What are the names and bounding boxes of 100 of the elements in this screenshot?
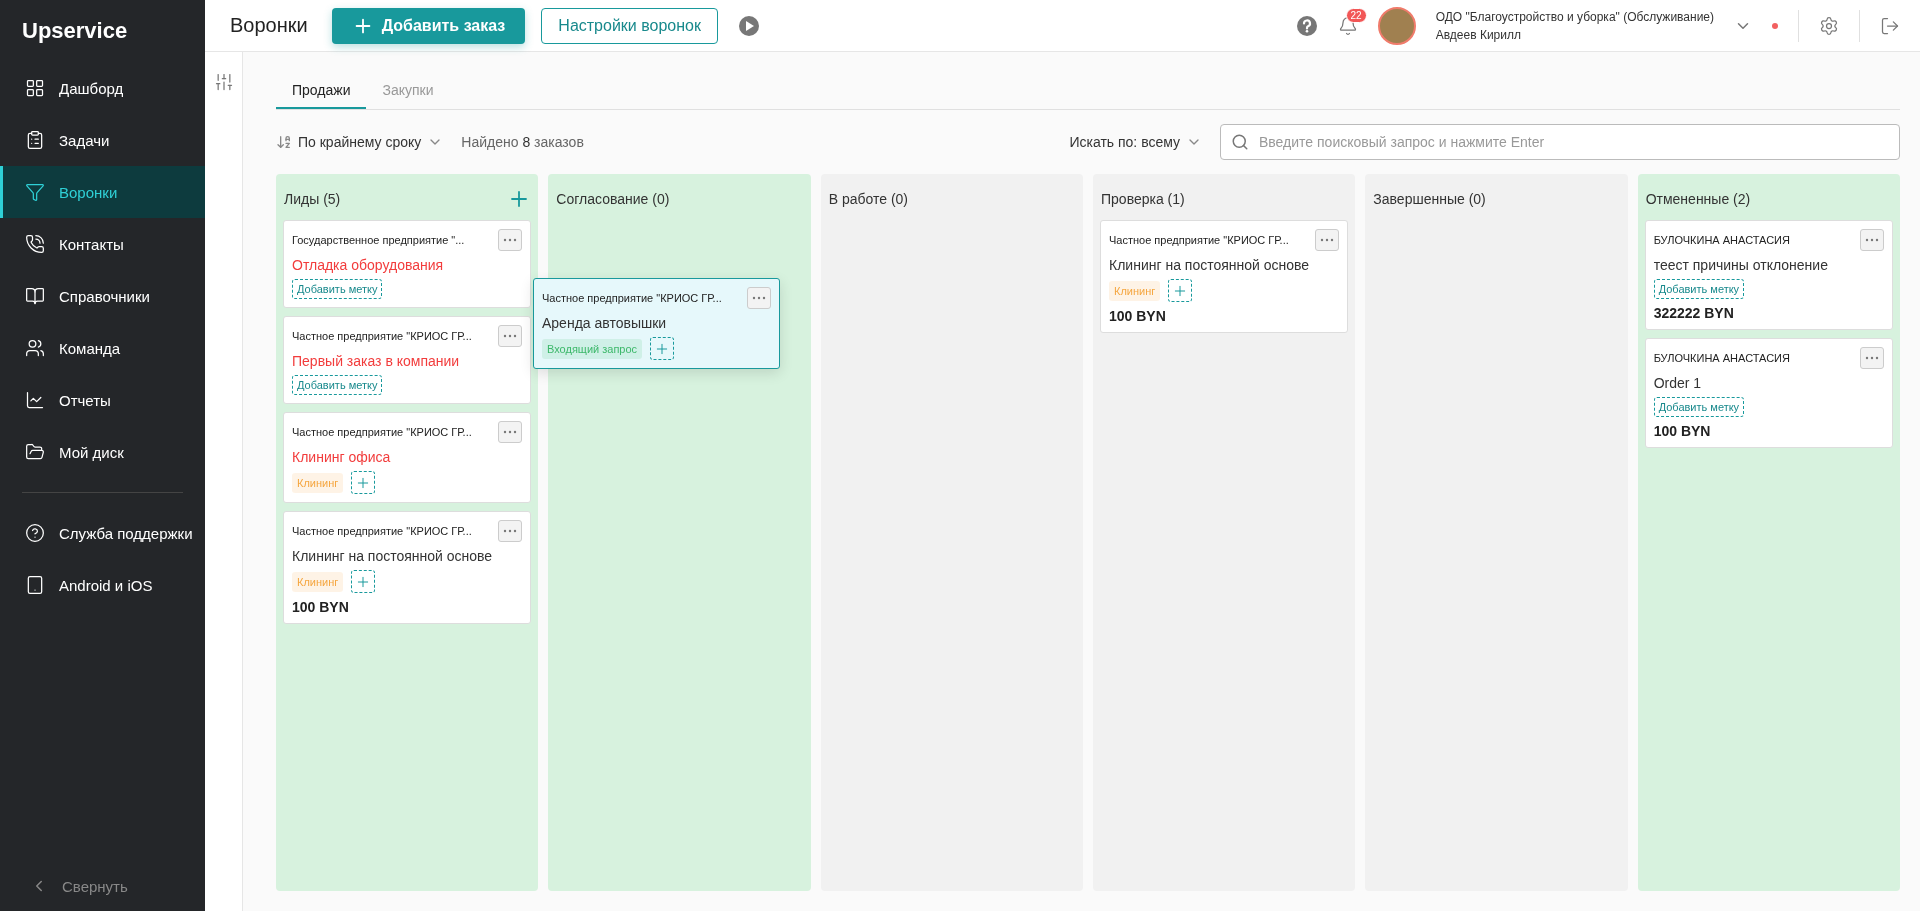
sidebar-item[interactable]: Задачи xyxy=(0,114,205,166)
more-button[interactable] xyxy=(498,520,523,542)
client-name: Частное предприятие "КРИОС ГР... xyxy=(292,525,472,537)
order-title: Order 1 xyxy=(1653,375,1703,391)
dots-icon xyxy=(752,296,766,300)
sidebar-item[interactable]: Мой диск xyxy=(0,426,205,478)
tag: Клининг xyxy=(1109,280,1161,301)
order-price: 100 BYN xyxy=(1109,308,1167,324)
order-card[interactable]: Частное предприятие "КРИОС ГР... Клининг на постоянной основе Клининг 100 BYN xyxy=(1100,220,1349,333)
phone-icon xyxy=(25,234,45,254)
order-title: Отладка оборудования xyxy=(292,257,445,273)
user-name: Авдеев Кирилл xyxy=(1435,27,1522,42)
order-card[interactable]: Частное предприятие "КРИОС ГР... Первый заказ в компании Добавить метку xyxy=(283,316,532,404)
order-title: Аренда автовышки xyxy=(542,315,668,331)
column-title: Согласование (0) xyxy=(556,191,670,207)
order-price: 100 BYN xyxy=(1653,423,1712,439)
notification-badge: 22 xyxy=(1345,7,1367,23)
sidebar-item[interactable]: Отчеты xyxy=(0,374,205,426)
sidebar-item[interactable]: Android и iOS xyxy=(0,559,205,611)
funnel-settings-button[interactable]: Настройки воронок xyxy=(541,7,718,44)
chart-icon xyxy=(25,390,45,410)
tab[interactable]: Продажи xyxy=(276,74,367,109)
sidebar-item[interactable]: Контакты xyxy=(0,218,205,270)
sidebar-item[interactable]: Служба поддержки xyxy=(0,507,205,559)
search-field[interactable]: Введите поисковый запрос и нажмите Enter xyxy=(1220,124,1900,160)
tablet-icon xyxy=(25,575,45,595)
dots-icon xyxy=(1320,238,1335,242)
order-card[interactable]: БУЛОЧКИНА АНАСТАСИЯ теест причины отклонение Добавить метку 322222 BYN xyxy=(1644,220,1893,330)
client-name: БУЛОЧКИНА АНАСТАСИЯ xyxy=(1653,234,1790,246)
funnel-icon xyxy=(25,182,45,202)
sidebar-item[interactable]: Справочники xyxy=(0,270,205,322)
more-button[interactable] xyxy=(747,287,771,309)
clipboard-icon xyxy=(25,130,45,150)
add-label-button[interactable]: Добавить метку xyxy=(1653,397,1745,417)
company-name: ОДО "Благоустройство и уборка" (Обслуживание) xyxy=(1435,9,1714,24)
order-price: 322222 BYN xyxy=(1653,305,1735,321)
order-title: Клининг офиса xyxy=(292,449,392,465)
dots-icon xyxy=(1865,238,1879,242)
dots-icon xyxy=(503,334,518,338)
order-title: Первый заказ в компании xyxy=(292,353,461,369)
add-tag-button[interactable] xyxy=(650,337,675,360)
page-title: Воронки xyxy=(230,14,308,37)
dots-icon xyxy=(503,430,518,434)
sliders-icon[interactable] xyxy=(213,72,234,92)
dots-icon xyxy=(503,238,518,242)
play-icon[interactable] xyxy=(738,14,760,37)
sort-icon xyxy=(276,134,292,150)
add-label-button[interactable]: Добавить метку xyxy=(292,375,383,395)
more-button[interactable] xyxy=(1860,347,1884,369)
tag: Клининг xyxy=(292,571,344,592)
order-card[interactable]: Частное предприятие "КРИОС ГР... Клининг на постоянной основе Клининг 100 BYN xyxy=(283,511,532,624)
order-card[interactable]: Государственное предприятие "... Отладка оборудования Добавить метку xyxy=(283,220,532,308)
folder-icon xyxy=(25,442,45,462)
tag: Входящий запрос xyxy=(542,338,643,359)
settings-icon[interactable] xyxy=(1819,15,1839,36)
more-button[interactable] xyxy=(498,325,523,347)
book-icon xyxy=(25,286,45,306)
client-name: Частное предприятие "КРИОС ГР... xyxy=(1109,234,1289,246)
sidebar-item[interactable]: Команда xyxy=(0,322,205,374)
people-icon xyxy=(25,338,45,358)
client-name: БУЛОЧКИНА АНАСТАСИЯ xyxy=(1653,352,1790,364)
search-input[interactable]: Введите поисковый запрос и нажмите Enter xyxy=(1257,133,1889,151)
client-name: Частное предприятие "КРИОС ГР... xyxy=(292,426,472,438)
column-title: Проверка (1) xyxy=(1101,191,1185,207)
add-tag-button[interactable] xyxy=(351,471,376,494)
more-button[interactable] xyxy=(498,421,523,443)
logo: Upservice xyxy=(21,17,129,45)
sidebar-item[interactable]: Дашборд xyxy=(0,62,205,114)
column-title: Лиды (5) xyxy=(284,191,341,207)
search-by-dropdown[interactable]: Искать по: всему xyxy=(1069,134,1202,150)
add-tag-button[interactable] xyxy=(351,570,376,593)
dots-icon xyxy=(503,529,518,533)
avatar[interactable] xyxy=(1377,6,1416,45)
more-button[interactable] xyxy=(498,229,523,251)
order-card[interactable]: Частное предприятие "КРИОС ГР... Клининг офиса Клининг xyxy=(283,412,532,503)
logout-icon[interactable] xyxy=(1880,15,1900,36)
found-count: Найдено 8 заказов xyxy=(461,134,584,150)
client-name: Государственное предприятие "... xyxy=(292,234,465,246)
sidebar-item[interactable]: Воронки xyxy=(0,166,205,218)
order-card[interactable]: БУЛОЧКИНА АНАСТАСИЯ Order 1 Добавить метку 100 BYN xyxy=(1644,338,1893,448)
column-title: В работе (0) xyxy=(828,191,908,207)
add-label-button[interactable]: Добавить метку xyxy=(1653,279,1745,299)
more-button[interactable] xyxy=(1860,229,1884,251)
add-tag-button[interactable] xyxy=(1168,279,1193,302)
more-button[interactable] xyxy=(1315,229,1340,251)
order-card[interactable]: Частное предприятие "КРИОС ГР... Аренда автовышки Входящий запрос xyxy=(533,278,780,369)
help-icon[interactable] xyxy=(1295,14,1318,37)
tag: Клининг xyxy=(292,472,344,493)
order-title: Клининг на постоянной основе xyxy=(292,548,494,564)
column-title: Отмененные (2) xyxy=(1645,191,1751,207)
column-title: Завершенные (0) xyxy=(1373,191,1486,207)
dots-icon xyxy=(1865,356,1879,360)
client-name: Частное предприятие "КРИОС ГР... xyxy=(292,330,472,342)
help-icon xyxy=(25,523,45,543)
search-icon xyxy=(1231,133,1249,151)
sort-dropdown[interactable]: По крайнему сроку xyxy=(276,134,444,150)
order-title: Клининг на постоянной основе xyxy=(1109,257,1311,273)
order-price: 100 BYN xyxy=(292,599,350,615)
collapse-button[interactable]: Свернуть xyxy=(0,861,205,911)
add-label-button[interactable]: Добавить метку xyxy=(292,279,383,299)
